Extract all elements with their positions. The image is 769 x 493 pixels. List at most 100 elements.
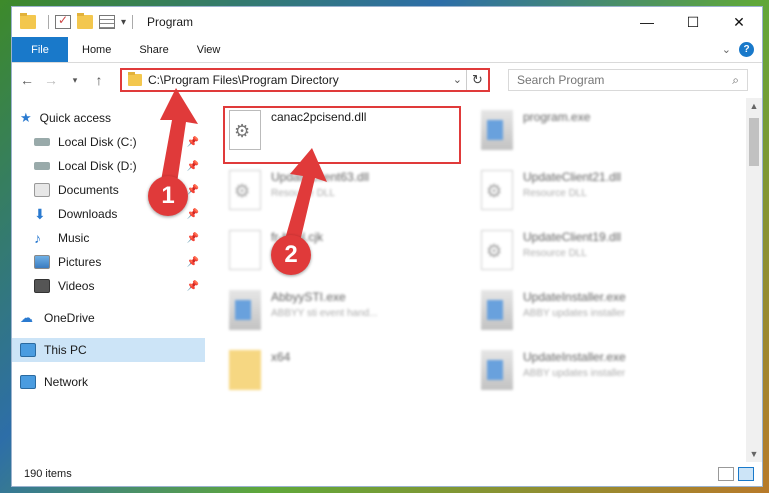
sidebar-item-label: Downloads [58, 207, 118, 221]
sidebar-item-music[interactable]: ♪ Music 📌 [12, 226, 205, 250]
folder-icon[interactable] [20, 13, 36, 29]
title-bar: ▾ Program — ☐ ✕ [12, 7, 762, 37]
vertical-scrollbar[interactable]: ▲ ▼ [746, 98, 762, 462]
file-item[interactable]: UpdateClient63.dll Resource DLL [229, 170, 369, 210]
pin-icon[interactable]: 📌 [187, 185, 199, 196]
pin-icon[interactable]: 📌 [187, 161, 199, 172]
file-item[interactable]: AbbyySTI.exe ABBYY sti event hand... [229, 290, 378, 330]
exe-file-icon [481, 350, 513, 390]
search-icon[interactable]: ⌕ [732, 73, 739, 88]
back-button[interactable]: ← [18, 72, 36, 88]
close-button[interactable]: ✕ [716, 7, 762, 37]
help-icon[interactable]: ? [739, 42, 754, 57]
properties-icon[interactable] [99, 15, 115, 29]
divider [48, 15, 49, 29]
sidebar-item-label: Quick access [39, 111, 112, 125]
file-name: x64 [271, 350, 291, 364]
pin-icon[interactable]: 📌 [187, 209, 199, 220]
documents-icon [34, 183, 50, 197]
search-box[interactable]: ⌕ [508, 69, 748, 91]
expand-ribbon-chevron-icon[interactable]: ⌄ [722, 43, 731, 56]
sidebar-item-label: Network [44, 375, 89, 389]
star-icon: ★ [20, 110, 32, 125]
status-bar: 190 items [12, 462, 762, 486]
file-description: Resource DLL [523, 188, 587, 199]
file-item[interactable]: UpdateClient21.dll Resource DLL [481, 170, 621, 210]
cloud-icon: ☁ [20, 310, 33, 325]
file-item[interactable]: UpdateInstaller.exe ABBY updates install… [481, 350, 626, 390]
address-history-chevron-icon[interactable]: ⌄ [453, 73, 462, 86]
file-description: Resource DLL [271, 188, 335, 199]
videos-icon [34, 279, 50, 293]
forward-button[interactable]: → [42, 72, 60, 88]
exe-file-icon [481, 290, 513, 330]
sidebar-item-videos[interactable]: Videos 📌 [12, 274, 205, 298]
exe-file-icon [481, 110, 513, 150]
tab-home[interactable]: Home [68, 37, 125, 62]
file-item[interactable]: x64 [229, 350, 290, 390]
file-description: Resource DLL [523, 248, 587, 259]
sidebar-item-pictures[interactable]: Pictures 📌 [12, 250, 205, 274]
sidebar-item-label: This PC [44, 343, 87, 357]
file-name: UpdateClient21.dll [523, 170, 622, 184]
search-input[interactable] [517, 73, 733, 87]
file-item[interactable]: canac2pcisend.dll [229, 110, 366, 150]
file-item[interactable]: UpdateInstaller.exe ABBY updates install… [481, 290, 626, 330]
scroll-up-icon[interactable]: ▲ [746, 98, 762, 114]
sidebar-item-quick-access[interactable]: ★ Quick access [12, 106, 205, 130]
file-description: ABBY updates installer [523, 368, 626, 379]
file-item[interactable]: program.exe [481, 110, 590, 150]
sidebar-item-label: Videos [58, 279, 95, 293]
scroll-down-icon[interactable]: ▼ [746, 446, 762, 462]
file-name: UpdateClient63.dll [271, 170, 370, 184]
folder-icon [229, 350, 261, 390]
refresh-button[interactable]: ↻ [466, 70, 488, 90]
exe-file-icon [229, 290, 261, 330]
item-count: 190 items [24, 468, 72, 480]
scrollbar-thumb[interactable] [749, 118, 759, 166]
properties-check-icon[interactable] [55, 13, 71, 29]
sidebar-item-label: Local Disk (D:) [58, 159, 137, 173]
details-view-icon[interactable] [718, 467, 734, 481]
sidebar-item-onedrive[interactable]: ☁ OneDrive [12, 306, 205, 330]
address-bar[interactable]: C:\Program Files\Program Directory ⌄ ↻ [120, 68, 490, 92]
pin-icon[interactable]: 📌 [187, 257, 199, 268]
divider [132, 15, 134, 29]
navigation-pane: ★ Quick access Local Disk (C:) 📌 Local D… [12, 98, 205, 462]
customize-toolbar-chevron-icon[interactable]: ▾ [121, 17, 126, 28]
sidebar-item-local-disk-d[interactable]: Local Disk (D:) 📌 [12, 154, 205, 178]
dll-file-icon [229, 170, 261, 210]
file-name: canac2pcisend.dll [271, 110, 367, 124]
sidebar-item-network[interactable]: Network [12, 370, 205, 394]
file-item[interactable]: UpdateClient19.dll Resource DLL [481, 230, 621, 270]
navigation-bar: ← → ▾ ↑ C:\Program Files\Program Directo… [12, 63, 762, 97]
file-name: program.exe [523, 110, 591, 124]
file-name: UpdateInstaller.exe [523, 350, 626, 364]
drive-icon [34, 138, 50, 146]
callout-1: 1 [148, 176, 188, 216]
tab-view[interactable]: View [183, 37, 235, 62]
pin-icon[interactable]: 📌 [187, 233, 199, 244]
pictures-icon [34, 255, 50, 269]
sidebar-item-local-disk-c[interactable]: Local Disk (C:) 📌 [12, 130, 205, 154]
tab-share[interactable]: Share [125, 37, 182, 62]
large-icons-view-icon[interactable] [738, 467, 754, 481]
sidebar-item-label: Music [58, 231, 90, 245]
tab-file[interactable]: File [12, 37, 68, 62]
callout-2: 2 [271, 235, 311, 275]
sidebar-item-this-pc[interactable]: This PC [12, 338, 205, 362]
recent-locations-button[interactable]: ▾ [66, 75, 84, 86]
maximize-button[interactable]: ☐ [670, 7, 716, 37]
music-icon: ♪ [34, 230, 41, 246]
dll-file-icon [229, 110, 261, 150]
up-button[interactable]: ↑ [90, 72, 108, 88]
minimize-button[interactable]: — [624, 7, 670, 37]
pin-icon[interactable]: 📌 [187, 281, 199, 292]
sidebar-item-label: Pictures [58, 255, 102, 269]
address-path[interactable]: C:\Program Files\Program Directory [148, 73, 339, 87]
new-folder-icon[interactable] [77, 13, 93, 29]
pin-icon[interactable]: 📌 [187, 137, 199, 148]
dll-file-icon [481, 170, 513, 210]
downloads-icon: ⬇ [34, 205, 46, 222]
file-icon [229, 230, 261, 270]
